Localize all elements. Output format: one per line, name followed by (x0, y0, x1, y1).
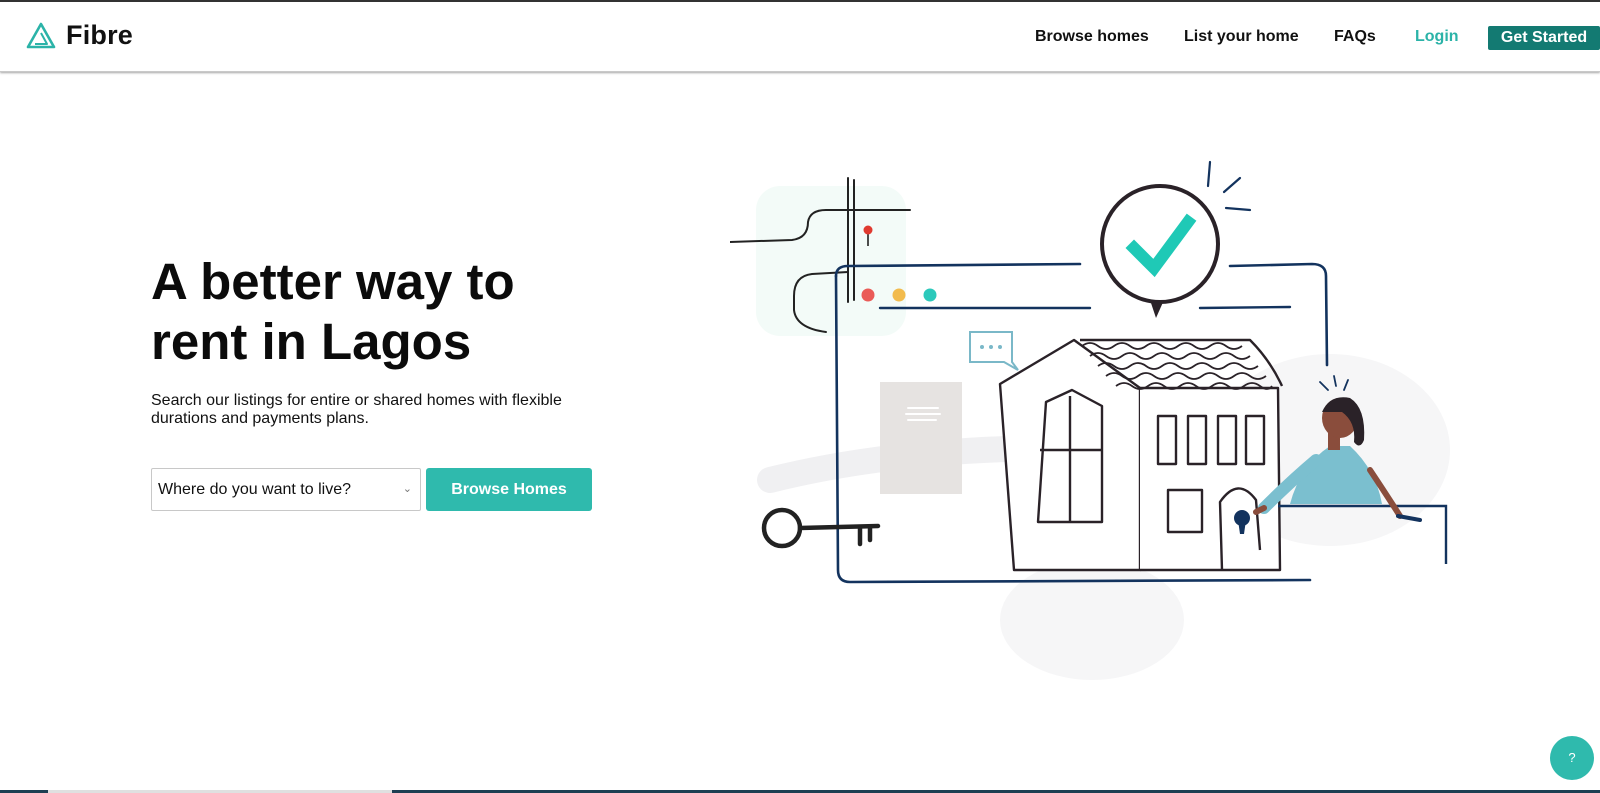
nav-login[interactable]: Login (1415, 28, 1459, 46)
window-dot-teal (923, 288, 937, 302)
checkmark-icon (1100, 184, 1220, 318)
nav-faqs[interactable]: FAQs (1334, 28, 1376, 46)
key-icon (761, 507, 881, 549)
brand-name: Fibre (66, 20, 134, 50)
location-select[interactable]: Where do you want to live? ⌄ (151, 468, 421, 511)
browse-homes-button[interactable]: Browse Homes (426, 468, 592, 511)
document-card (880, 382, 962, 494)
chevron-down-icon: ⌄ (402, 483, 412, 495)
nav-browse-homes[interactable]: Browse homes (1035, 28, 1149, 46)
nav-list-your-home[interactable]: List your home (1184, 28, 1299, 46)
site-header: Fibre Browse homes List your home FAQs L… (0, 2, 1600, 72)
help-button[interactable]: ? (1550, 736, 1594, 780)
window-dot-yellow (892, 288, 906, 302)
triangle-logo-icon (26, 22, 56, 48)
map-backdrop (756, 186, 906, 336)
bg-blob-bottom (1000, 560, 1184, 680)
hero-subtitle: Search our listings for entire or shared… (151, 392, 562, 427)
hero-illustration (730, 160, 1450, 680)
chat-bubble-icon (969, 331, 1019, 371)
location-select-value: Where do you want to live? (158, 481, 351, 498)
get-started-button[interactable]: Get Started (1488, 26, 1600, 50)
hero-title: A better way to rent in Lagos (151, 253, 515, 370)
brand-logo[interactable]: Fibre (26, 20, 133, 51)
window-dot-red (861, 288, 875, 302)
